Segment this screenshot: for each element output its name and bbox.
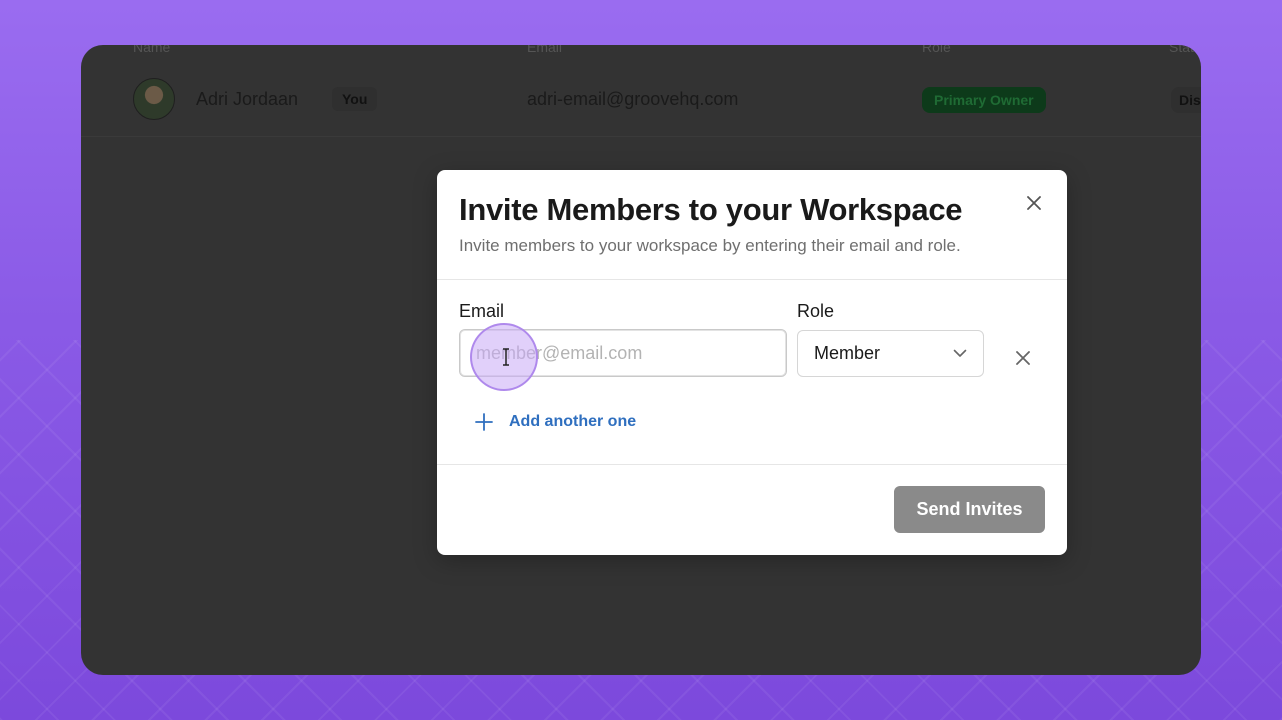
role-label: Role — [797, 301, 835, 321]
role-select[interactable]: Member — [797, 330, 984, 377]
close-button[interactable] — [1021, 190, 1047, 216]
send-invites-button[interactable]: Send Invites — [894, 486, 1045, 533]
role-badge: Primary Owner — [922, 87, 1046, 113]
invite-modal: Invite Members to your Workspace Invite … — [437, 170, 1067, 555]
add-another-button[interactable]: Add another one — [475, 411, 636, 433]
role-select-value: Member — [814, 343, 881, 363]
add-another-label: Add another one — [509, 413, 637, 430]
disable-button[interactable]: Disable — [1171, 87, 1201, 113]
avatar — [133, 78, 175, 120]
close-icon — [1027, 196, 1041, 210]
header-divider — [437, 279, 1067, 280]
table-row: Adri Jordaan You adri-email@groovehq.com… — [81, 45, 1201, 137]
you-badge: You — [332, 87, 378, 111]
modal-title: Invite Members to your Workspace — [459, 192, 963, 227]
remove-invite-row-button[interactable] — [1013, 348, 1033, 368]
email-field[interactable] — [459, 329, 787, 377]
chevron-down-icon — [953, 349, 967, 357]
modal-subtitle: Invite members to your workspace by ente… — [459, 236, 961, 255]
close-icon — [1016, 351, 1030, 365]
plus-icon — [475, 413, 493, 431]
footer-divider — [437, 464, 1067, 465]
member-email: adri-email@groovehq.com — [527, 89, 739, 109]
member-name: Adri Jordaan — [196, 89, 299, 109]
email-label: Email — [459, 301, 505, 321]
